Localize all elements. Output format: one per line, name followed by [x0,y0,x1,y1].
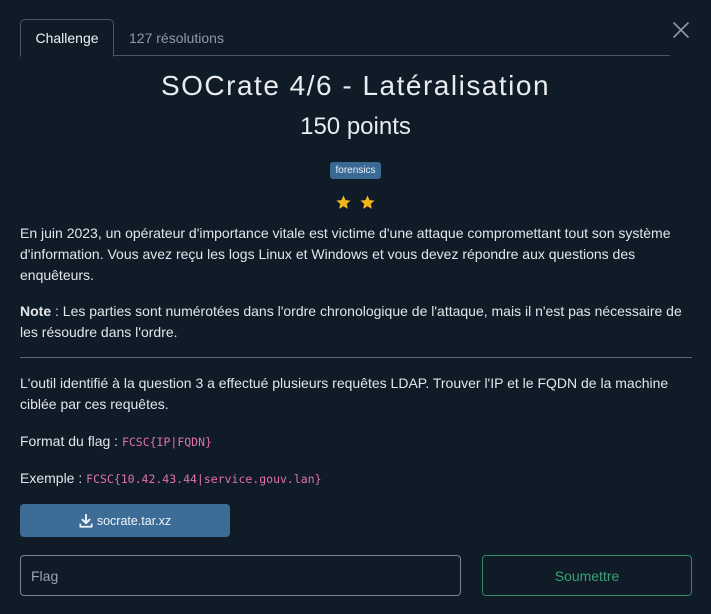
flag-example: Exemple : FCSC{10.42.43.44|service.gouv.… [20,468,692,490]
download-icon [79,513,93,528]
example-label: Exemple : [20,470,87,486]
submit-button[interactable]: Soumettre [482,555,692,596]
challenge-title: SOCrate 4/6 - Latéralisation [160,70,551,101]
example-code: FCSC{10.42.43.44|service.gouv.lan} [86,472,322,486]
flag-format: Format du flag : FCSC{IP|FQDN} [20,431,692,453]
challenge-note: Note : Les parties sont numérotées dans … [20,301,692,343]
tab-resolutions[interactable]: 127 résolutions [114,19,239,57]
challenge-points: 150 points [300,113,411,140]
note-label: Note [20,303,52,319]
close-icon [673,22,689,38]
challenge-description: En juin 2023, un opérateur d'importance … [20,225,671,283]
divider [20,357,692,358]
note-text: : Les parties sont numérotées dans l'ord… [20,303,682,340]
category-badge: forensics [330,162,381,179]
tab-challenge[interactable]: Challenge [20,19,114,57]
download-label: socrate.tar.xz [96,513,172,528]
close-button[interactable] [669,18,693,42]
challenge-question: L'outil identifié à la question 3 a effe… [20,375,669,412]
star-icon [360,195,375,209]
tab-bar: Challenge 127 résolutions [20,19,670,57]
challenge-modal: Challenge 127 résolutions SOCrate 4/6 - … [0,0,711,614]
download-button[interactable]: socrate.tar.xz [20,504,230,537]
format-code: FCSC{IP|FQDN} [121,435,212,449]
format-label: Format du flag : [20,433,122,449]
difficulty-stars [0,194,711,216]
flag-input[interactable] [20,555,461,596]
star-icon [336,195,351,209]
